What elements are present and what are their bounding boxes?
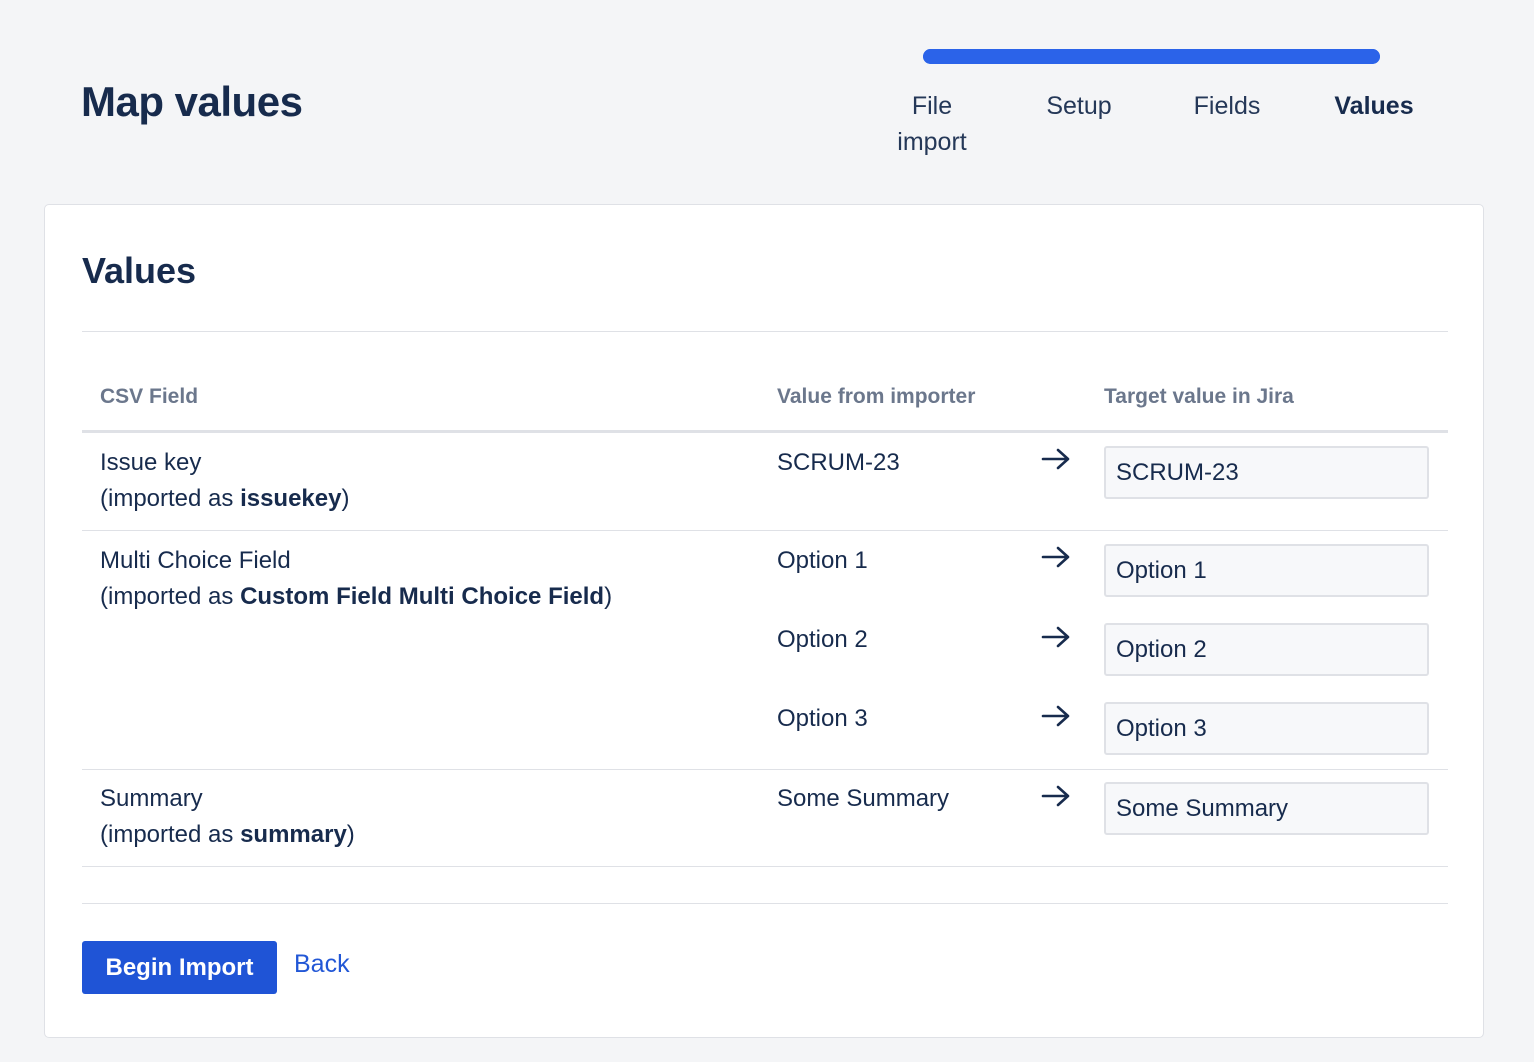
- table-row-issue-key: Issue key (imported as issuekey): [100, 445, 349, 517]
- step-label: Values: [1334, 92, 1414, 120]
- row-divider: [82, 769, 1448, 770]
- table-header-rule: [82, 430, 1448, 433]
- progress-bar: [923, 49, 1380, 64]
- step-values: Values: [1330, 88, 1418, 124]
- step-setup: Setup: [1040, 88, 1118, 124]
- card-title: Values: [82, 250, 197, 291]
- values-card: Values CSV Field Value from importer Tar…: [44, 204, 1484, 1038]
- source-value: SCRUM-23: [777, 449, 900, 476]
- arrow-right-icon: [1041, 448, 1070, 470]
- step-file-import: File import: [893, 88, 971, 160]
- arrow-right-icon: [1041, 785, 1070, 807]
- column-header-target-value: Target value in Jira: [1104, 385, 1294, 408]
- target-value-input[interactable]: [1104, 446, 1429, 499]
- target-value-input[interactable]: [1104, 623, 1429, 676]
- divider: [82, 331, 1448, 332]
- csv-field-name: Multi Choice Field: [100, 547, 291, 574]
- arrow-right-icon: [1041, 546, 1070, 568]
- progress-bar-fill: [923, 49, 1380, 64]
- source-value: Option 3: [777, 705, 868, 732]
- source-value: Option 2: [777, 626, 868, 653]
- csv-field-name: Issue key: [100, 449, 202, 476]
- step-label-line1: File: [911, 92, 953, 120]
- back-link[interactable]: Back: [294, 950, 350, 979]
- divider: [82, 903, 1448, 904]
- row-divider: [82, 866, 1448, 867]
- target-value-input[interactable]: [1104, 702, 1429, 755]
- column-header-value-from-importer: Value from importer: [777, 385, 976, 408]
- source-value: Some Summary: [777, 785, 950, 812]
- imported-as-text: (imported as summary): [100, 821, 355, 848]
- step-fields: Fields: [1188, 88, 1266, 124]
- page-title: Map values: [81, 78, 303, 125]
- target-value-input[interactable]: [1104, 544, 1429, 597]
- arrow-right-icon: [1041, 626, 1070, 648]
- imported-as-text: (imported as issuekey): [100, 485, 350, 512]
- step-label: Fields: [1193, 92, 1261, 120]
- step-label: Setup: [1046, 92, 1112, 120]
- row-divider: [82, 530, 1448, 531]
- source-value: Option 1: [777, 547, 868, 574]
- begin-import-button[interactable]: Begin Import: [82, 941, 277, 994]
- imported-as-text: (imported as Custom Field Multi Choice F…: [100, 583, 613, 610]
- table-row-summary: Summary (imported as summary): [100, 781, 355, 853]
- target-value-input[interactable]: [1104, 782, 1429, 835]
- table-row-multi-choice-field: Multi Choice Field (imported as Custom F…: [100, 543, 612, 615]
- arrow-right-icon: [1041, 705, 1070, 727]
- step-label-line2: import: [897, 128, 967, 156]
- column-header-csv-field: CSV Field: [100, 385, 199, 408]
- csv-field-name: Summary: [100, 785, 203, 812]
